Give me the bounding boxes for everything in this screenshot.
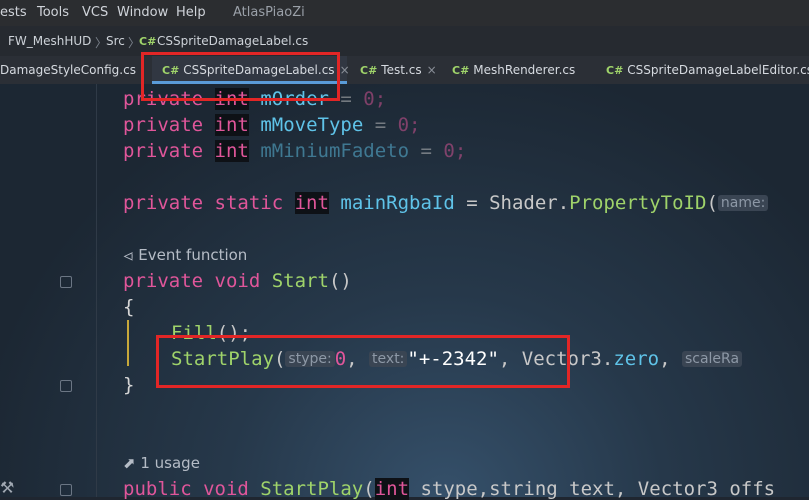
tab-label: MeshRenderer.cs xyxy=(473,63,576,77)
menu-bar: ests Tools VCS Window Help AtlasPiaoZi xyxy=(0,0,809,26)
event-function-hint[interactable]: ⏿ Event function xyxy=(123,246,247,264)
code-brace-close: } xyxy=(123,374,135,396)
project-title: AtlasPiaoZi xyxy=(233,5,305,20)
annotation-highlight-tab xyxy=(141,52,340,101)
event-icon: ⏿ xyxy=(123,246,134,264)
fold-toggle-icon[interactable] xyxy=(60,380,72,392)
usage-hint[interactable]: ⬈ 1 usage xyxy=(123,454,200,472)
code-brace-open: { xyxy=(123,296,135,318)
breadcrumb-project[interactable]: FW_MeshHUD xyxy=(8,34,91,48)
code-line-mmovetype: private int mMoveType = 0; xyxy=(123,114,421,136)
fold-toggle-icon[interactable] xyxy=(60,484,72,496)
menu-item-tests[interactable]: ests xyxy=(0,5,27,20)
csharp-file-icon: C# xyxy=(139,35,157,48)
parameter-hint: scaleRa xyxy=(681,351,743,367)
gutter-divider xyxy=(96,84,97,497)
code-line-start: private void Start() xyxy=(123,270,352,292)
code-editor[interactable]: private int mOrder = 0; private int mMov… xyxy=(0,84,809,500)
fold-toggle-icon[interactable] xyxy=(60,276,72,288)
code-line-mainrgbaid: private static int mainRgbaId = Shader.P… xyxy=(123,192,769,214)
csharp-file-icon: C# xyxy=(360,64,378,77)
code-line-mminiumfadeto: private int mMiniumFadeto = 0; xyxy=(123,140,467,162)
usage-icon: ⬈ xyxy=(123,454,136,472)
csharp-file-icon: C# xyxy=(606,64,624,77)
tab-meshrenderer[interactable]: C# MeshRenderer.cs xyxy=(452,56,582,84)
menu-item-vcs[interactable]: VCS xyxy=(82,5,108,20)
tab-label: DamageStyleConfig.cs xyxy=(0,63,136,77)
tab-csspritedamagelabeleditor[interactable]: C# CSSpriteDamageLabelEditor.cs xyxy=(606,56,809,84)
annotation-highlight-call xyxy=(156,335,570,388)
breadcrumb-file[interactable]: CSSpriteDamageLabel.cs xyxy=(157,34,308,48)
breadcrumb-folder[interactable]: Src xyxy=(106,34,125,48)
csharp-file-icon: C# xyxy=(452,64,470,77)
indent-guide xyxy=(127,320,129,366)
editor-tabs: DamageStyleConfig.cs C# CSSpriteDamageLab… xyxy=(0,56,809,85)
tab-damage-style-config[interactable]: DamageStyleConfig.cs xyxy=(0,56,140,84)
menu-item-help[interactable]: Help xyxy=(176,5,206,20)
close-icon[interactable]: × xyxy=(427,63,437,77)
tab-label: CSSpriteDamageLabelEditor.cs xyxy=(627,63,809,77)
tab-test[interactable]: C# Test.cs × xyxy=(360,56,445,84)
breadcrumb: FW_MeshHUD 〉 Src 〉 C# CSSpriteDamageLabe… xyxy=(0,26,809,57)
hammer-icon[interactable]: ⚒ xyxy=(0,478,24,497)
tab-label: Test.cs xyxy=(381,63,422,77)
parameter-hint: name: xyxy=(717,195,769,211)
close-icon[interactable]: × xyxy=(340,63,350,77)
menu-item-window[interactable]: Window xyxy=(117,5,168,20)
menu-item-tools[interactable]: Tools xyxy=(37,5,69,20)
